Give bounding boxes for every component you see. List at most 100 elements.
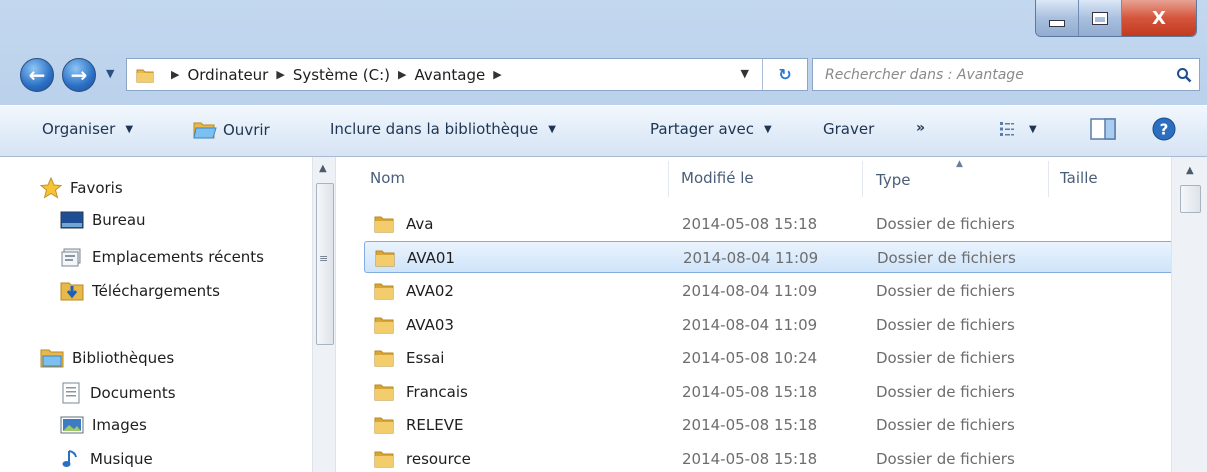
- inclure-bibliotheque-button[interactable]: Inclure dans la bibliothèque ▼: [330, 120, 556, 138]
- chevron-down-icon: ▼: [548, 123, 556, 135]
- open-folder-icon: [193, 122, 217, 139]
- file-row[interactable]: AVA02 2014-08-04 11:09 Dossier de fichie…: [364, 275, 1174, 307]
- file-modified: 2014-08-04 11:09: [682, 316, 818, 334]
- file-modified: 2014-05-08 10:24: [682, 349, 818, 367]
- scroll-up-icon[interactable]: ▲: [319, 163, 327, 174]
- view-details-icon: [1000, 122, 1014, 136]
- inclure-label: Inclure dans la bibliothèque: [330, 120, 539, 138]
- organiser-button[interactable]: Organiser ▼: [42, 120, 133, 138]
- file-modified: 2014-05-08 15:18: [682, 215, 818, 233]
- partager-button[interactable]: Partager avec ▼: [650, 120, 772, 138]
- address-bar[interactable]: ▶ Ordinateur ▶ Système (C:) ▶ Avantage ▶…: [126, 58, 808, 91]
- file-type: Dossier de fichiers: [876, 282, 1015, 300]
- scrollbar-thumb[interactable]: [1180, 185, 1201, 213]
- column-header-type[interactable]: Type: [876, 171, 910, 189]
- file-row[interactable]: Ava 2014-05-08 15:18 Dossier de fichiers: [364, 208, 1174, 240]
- file-name: Essai: [406, 349, 445, 367]
- file-type: Dossier de fichiers: [876, 349, 1015, 367]
- search-icon[interactable]: [1169, 67, 1199, 83]
- graver-button[interactable]: Graver: [823, 120, 874, 138]
- scroll-up-icon[interactable]: ▲: [1186, 165, 1194, 176]
- recent-pages-dropdown[interactable]: ▼: [106, 67, 114, 80]
- ouvrir-label: Ouvrir: [223, 121, 270, 139]
- column-header-nom[interactable]: Nom: [370, 169, 405, 187]
- search-input[interactable]: [823, 59, 1169, 90]
- file-row[interactable]: Essai 2014-05-08 10:24 Dossier de fichie…: [364, 342, 1174, 374]
- file-row-selected[interactable]: AVA01 2014-08-04 11:09 Dossier de fichie…: [364, 241, 1174, 273]
- file-type: Dossier de fichiers: [876, 316, 1015, 334]
- nav-item-documents[interactable]: Documents: [60, 382, 176, 404]
- breadcrumb-systeme[interactable]: Système (C:): [293, 66, 390, 84]
- pane-splitter-grip-icon[interactable]: ≡: [319, 252, 328, 265]
- file-name: Francais: [406, 383, 468, 401]
- refresh-button[interactable]: ↻: [762, 59, 807, 90]
- close-button[interactable]: X: [1122, 0, 1196, 36]
- minimize-icon: [1049, 19, 1065, 27]
- content-area: Favoris Bureau Emplacements récents Télé…: [0, 157, 1207, 472]
- recent-places-icon: [61, 248, 81, 267]
- nav-label-musique: Musique: [90, 450, 153, 468]
- change-view-button[interactable]: ▼: [999, 120, 1037, 138]
- column-header-modifie[interactable]: Modifié le: [681, 169, 754, 187]
- back-arrow-icon: ←: [28, 63, 46, 87]
- file-row[interactable]: AVA03 2014-08-04 11:09 Dossier de fichie…: [364, 309, 1174, 341]
- file-type: Dossier de fichiers: [876, 416, 1015, 434]
- column-divider[interactable]: [1048, 161, 1049, 197]
- breadcrumb-separator-icon[interactable]: ▶: [398, 68, 406, 81]
- nav-item-bibliotheques[interactable]: Bibliothèques: [40, 347, 174, 369]
- search-box: [812, 58, 1200, 91]
- file-modified: 2014-08-04 11:09: [682, 282, 818, 300]
- nav-item-favoris[interactable]: Favoris: [40, 177, 123, 199]
- breadcrumb-avantage[interactable]: Avantage: [414, 66, 485, 84]
- nav-item-images[interactable]: Images: [60, 415, 147, 435]
- nav-item-musique[interactable]: Musique: [60, 448, 153, 470]
- breadcrumb-separator-icon[interactable]: ▶: [493, 68, 501, 81]
- file-name: Ava: [406, 215, 434, 233]
- nav-item-emplacements-recents[interactable]: Emplacements récents: [60, 246, 264, 268]
- preview-pane-button[interactable]: [1090, 117, 1116, 141]
- navigation-pane: Favoris Bureau Emplacements récents Télé…: [0, 157, 312, 472]
- file-row[interactable]: Francais 2014-05-08 15:18 Dossier de fic…: [364, 376, 1174, 408]
- file-list-pane: Nom Modifié le ▲ Type Taille Ava 2014-05…: [336, 157, 1174, 472]
- file-row[interactable]: resource 2014-05-08 15:18 Dossier de fic…: [364, 443, 1174, 472]
- music-icon: [62, 450, 77, 467]
- column-header-taille[interactable]: Taille: [1060, 169, 1098, 187]
- libraries-icon: [40, 349, 64, 368]
- forward-arrow-icon: →: [70, 63, 88, 87]
- nav-item-telechargements[interactable]: Téléchargements: [60, 280, 220, 302]
- nav-item-bureau[interactable]: Bureau: [60, 211, 146, 229]
- help-button[interactable]: ?: [1151, 116, 1177, 142]
- folder-icon: [374, 317, 394, 334]
- navigation-scrollbar[interactable]: ▲ ≡: [312, 157, 336, 472]
- downloads-folder-icon: [60, 282, 84, 301]
- breadcrumb-ordinateur[interactable]: Ordinateur: [187, 66, 268, 84]
- file-type: Dossier de fichiers: [876, 450, 1015, 468]
- forward-button[interactable]: →: [62, 58, 96, 92]
- minimize-button[interactable]: [1036, 0, 1079, 36]
- back-button[interactable]: ←: [20, 58, 54, 92]
- breadcrumb-separator-icon[interactable]: ▶: [171, 68, 179, 81]
- column-divider[interactable]: [862, 161, 863, 197]
- maximize-button[interactable]: [1079, 0, 1122, 36]
- preview-pane-icon: [1090, 118, 1116, 140]
- file-list-scrollbar[interactable]: ▲: [1171, 157, 1207, 472]
- refresh-icon: ↻: [778, 65, 792, 84]
- folder-icon: [375, 250, 395, 267]
- file-name: resource: [406, 450, 471, 468]
- breadcrumb-separator-icon[interactable]: ▶: [276, 68, 284, 81]
- explorer-window: X ← → ▼ ▶ Ordinateur ▶ Système (C:) ▶ Av…: [0, 0, 1207, 472]
- ouvrir-button[interactable]: Ouvrir: [193, 120, 270, 140]
- chevron-down-icon: ▼: [764, 123, 772, 135]
- folder-icon: [374, 417, 394, 434]
- folder-icon: [374, 283, 394, 300]
- file-type: Dossier de fichiers: [877, 249, 1016, 267]
- file-type: Dossier de fichiers: [876, 215, 1015, 233]
- graver-label: Graver: [823, 120, 875, 138]
- file-row[interactable]: RELEVE 2014-05-08 15:18 Dossier de fichi…: [364, 409, 1174, 441]
- address-dropdown-icon[interactable]: ▼: [741, 67, 749, 80]
- desktop-icon: [60, 211, 84, 229]
- column-divider[interactable]: [668, 161, 669, 197]
- more-commands-button[interactable]: »: [916, 120, 925, 136]
- file-modified: 2014-05-08 15:18: [682, 450, 818, 468]
- file-name: AVA02: [406, 282, 454, 300]
